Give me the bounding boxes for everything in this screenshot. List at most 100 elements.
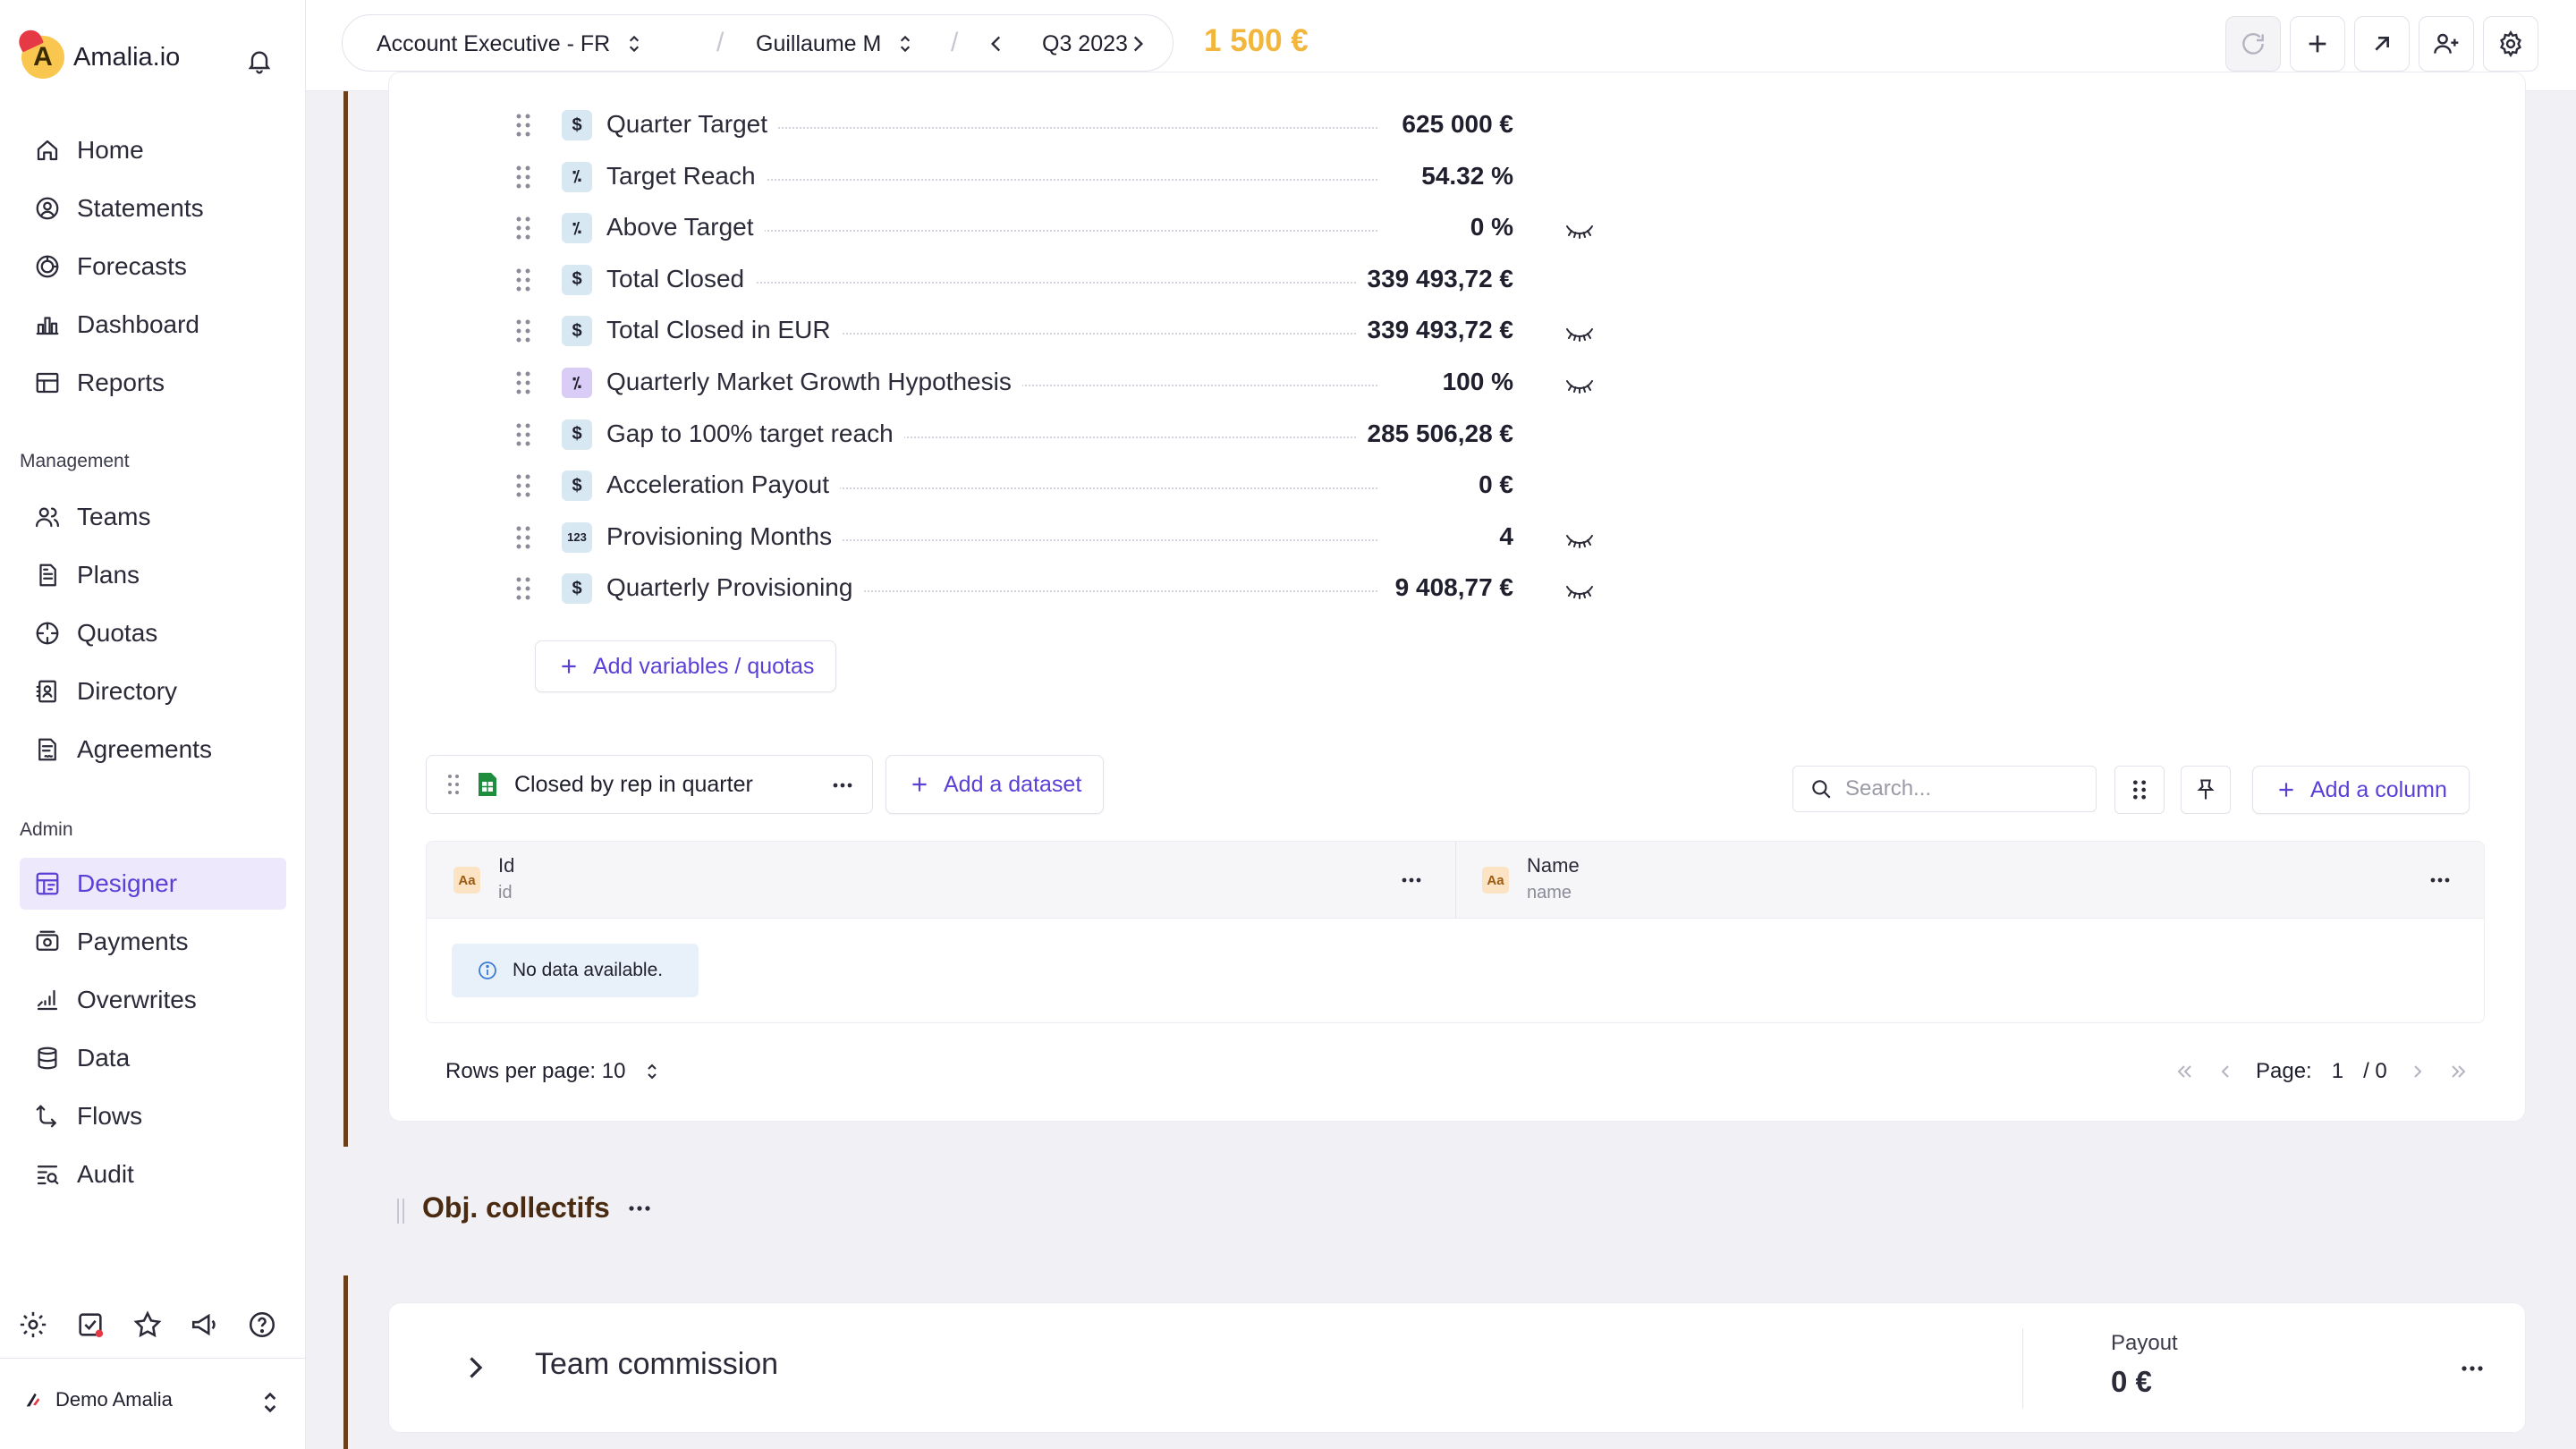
- drag-handle-icon[interactable]: [513, 472, 533, 499]
- sidebar-item-audit[interactable]: Audit: [20, 1148, 286, 1200]
- megaphone-icon[interactable]: [190, 1309, 220, 1340]
- sidebar-item-quotas[interactable]: Quotas: [20, 607, 286, 659]
- info-icon: [479, 962, 496, 979]
- last-page-icon[interactable]: [2448, 1061, 2470, 1082]
- dataset-tab[interactable]: Closed by rep in quarter: [426, 755, 873, 814]
- chevron-left-icon[interactable]: [985, 32, 1008, 55]
- column-header-name[interactable]: Name name: [1527, 854, 1580, 903]
- more-icon[interactable]: [1398, 869, 1425, 892]
- open-external-button[interactable]: [2354, 16, 2410, 72]
- refresh-button[interactable]: [2225, 16, 2281, 72]
- drag-handle-icon[interactable]: [513, 318, 533, 344]
- drag-handle-icon[interactable]: [395, 1197, 406, 1225]
- plan-timeline-line: [343, 91, 348, 1147]
- sidebar-item-teams[interactable]: Teams: [20, 491, 286, 543]
- next-page-icon[interactable]: [2407, 1061, 2428, 1082]
- reports-icon: [36, 372, 59, 394]
- eye-closed-icon[interactable]: [1563, 580, 1596, 601]
- payments-icon: [36, 930, 59, 951]
- flows-icon: [36, 1105, 56, 1128]
- drag-handle-icon[interactable]: [513, 421, 533, 448]
- more-icon[interactable]: [831, 775, 854, 795]
- number-type-icon: 123: [562, 521, 592, 553]
- column-divider[interactable]: [1455, 842, 1456, 919]
- chevron-right-icon[interactable]: [459, 1352, 491, 1384]
- variable-label: Total Closed: [606, 264, 756, 293]
- first-page-icon[interactable]: [2174, 1061, 2195, 1082]
- sidebar-item-payments[interactable]: Payments: [20, 916, 286, 968]
- gear-icon: [2500, 30, 2521, 57]
- section-header: Obj. collectifs: [422, 1191, 653, 1224]
- drag-handle-icon[interactable]: [513, 369, 533, 396]
- eye-closed-icon[interactable]: [1563, 219, 1596, 241]
- dataset-search-input[interactable]: Search...: [1792, 766, 2097, 812]
- sidebar-item-label: Plans: [77, 561, 140, 589]
- add-dataset-button[interactable]: Add a dataset: [886, 755, 1105, 814]
- sidebar-item-agreements[interactable]: Agreements: [20, 724, 286, 775]
- no-data-message: No data available.: [452, 944, 699, 997]
- amalia-logo-icon: A: [21, 36, 64, 79]
- plus-icon: [912, 777, 927, 792]
- settings-icon[interactable]: [18, 1309, 48, 1340]
- pagination: Page: 1 / 0: [2174, 1059, 2470, 1084]
- more-icon[interactable]: [2459, 1357, 2486, 1380]
- chevron-updown-icon[interactable]: [256, 1388, 284, 1417]
- variable-value: 0 %: [1459, 213, 1513, 242]
- add-button[interactable]: [2290, 16, 2345, 72]
- column-layout-button[interactable]: [2114, 766, 2165, 814]
- sidebar-item-directory[interactable]: Directory: [20, 665, 286, 717]
- plus-icon: [2309, 35, 2326, 53]
- drag-handle-icon[interactable]: [513, 112, 533, 139]
- sidebar-item-flows[interactable]: Flows: [20, 1090, 286, 1142]
- sidebar-item-designer[interactable]: Designer: [20, 858, 286, 910]
- sidebar-item-data[interactable]: Data: [20, 1032, 286, 1084]
- no-data-text: No data available.: [513, 960, 664, 980]
- variable-label: Gap to 100% target reach: [606, 419, 904, 448]
- drag-handle-icon[interactable]: [513, 267, 533, 293]
- sidebar-item-label: Overwrites: [77, 986, 197, 1013]
- add-column-button[interactable]: Add a column: [2252, 766, 2470, 814]
- card-divider: [2022, 1328, 2023, 1409]
- app-logo[interactable]: A Amalia.io: [21, 36, 180, 79]
- page-current[interactable]: 1: [2332, 1059, 2343, 1084]
- todo-icon[interactable]: [75, 1309, 106, 1340]
- currency-type-icon: $: [562, 470, 592, 502]
- variable-value: 625 000 €: [1391, 110, 1513, 139]
- rows-per-page-select[interactable]: Rows per page: 10: [445, 1059, 663, 1084]
- star-icon[interactable]: [132, 1309, 163, 1340]
- eye-closed-icon[interactable]: [1563, 322, 1596, 343]
- plans-icon: [39, 564, 56, 587]
- help-icon[interactable]: [247, 1309, 277, 1340]
- drag-handle-icon[interactable]: [446, 773, 461, 796]
- period-selector[interactable]: Q3 2023: [1042, 15, 1128, 72]
- add-variables-button[interactable]: Add variables / quotas: [535, 640, 837, 692]
- sidebar-item-label: Directory: [77, 677, 178, 705]
- user-selector-label: Guillaume M: [756, 30, 882, 56]
- pin-column-button[interactable]: [2181, 766, 2231, 814]
- drag-handle-icon[interactable]: [513, 524, 533, 551]
- sidebar-item-dashboard[interactable]: Dashboard: [20, 299, 286, 351]
- sidebar-item-plans[interactable]: Plans: [20, 549, 286, 601]
- user-selector[interactable]: Guillaume M: [756, 15, 917, 72]
- settings-button[interactable]: [2483, 16, 2538, 72]
- more-icon[interactable]: [626, 1198, 653, 1219]
- company-switcher[interactable]: Demo Amalia: [23, 1388, 173, 1411]
- sidebar-item-statements[interactable]: Statements: [20, 182, 286, 234]
- add-user-button[interactable]: [2419, 16, 2474, 72]
- column-header-id[interactable]: Id id: [498, 854, 514, 903]
- sidebar-item-reports[interactable]: Reports: [20, 357, 286, 409]
- sidebar-item-overwrites[interactable]: Overwrites: [20, 974, 286, 1026]
- page-label: Page:: [2256, 1059, 2312, 1083]
- plan-selector[interactable]: Account Executive - FR: [377, 15, 646, 72]
- prev-page-icon[interactable]: [2215, 1061, 2236, 1082]
- drag-handle-icon[interactable]: [513, 215, 533, 242]
- chevron-right-icon[interactable]: [1126, 32, 1149, 55]
- drag-handle-icon[interactable]: [513, 575, 533, 602]
- eye-closed-icon[interactable]: [1563, 374, 1596, 395]
- drag-handle-icon[interactable]: [513, 164, 533, 191]
- sidebar-item-forecasts[interactable]: Forecasts: [20, 241, 286, 292]
- eye-closed-icon[interactable]: [1563, 529, 1596, 550]
- sidebar-item-home[interactable]: Home: [20, 124, 286, 176]
- more-icon[interactable]: [2427, 869, 2453, 892]
- bell-icon[interactable]: [245, 47, 274, 75]
